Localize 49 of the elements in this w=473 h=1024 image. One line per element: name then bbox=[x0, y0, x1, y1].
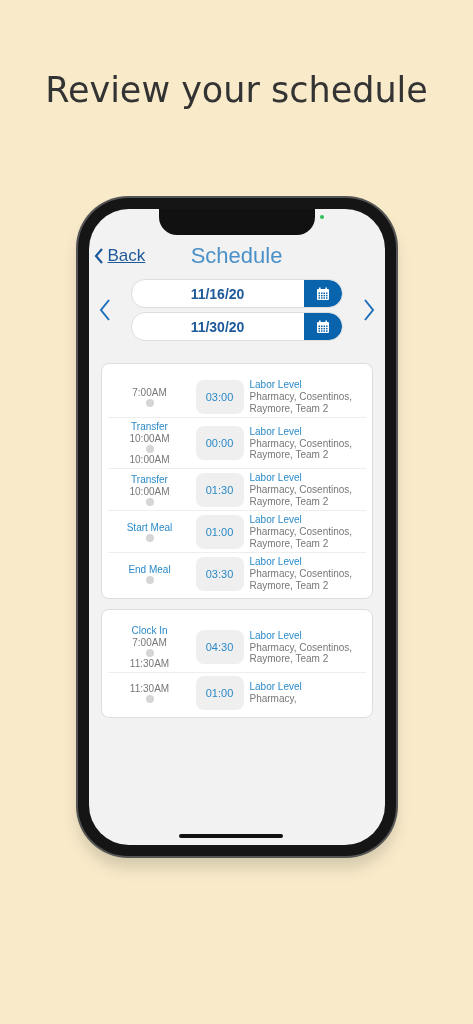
status-indicator-icon bbox=[319, 215, 324, 219]
calendar-icon[interactable] bbox=[303, 280, 342, 307]
start-time: 11:30AM bbox=[129, 683, 170, 694]
headline: Review your schedule bbox=[45, 70, 428, 110]
punch-type: Transfer bbox=[131, 421, 168, 432]
timeline-dot bbox=[145, 445, 154, 453]
end-time: 11:30AM bbox=[129, 658, 170, 669]
duration-badge: 01:00 bbox=[195, 514, 244, 549]
punch-type: Start Meal bbox=[126, 521, 173, 533]
start-time: 7:00AM bbox=[132, 637, 167, 648]
duration-badge: 01:00 bbox=[195, 676, 244, 710]
labor-level-title: Labor Level bbox=[249, 514, 303, 526]
duration-badge: 04:30 bbox=[195, 630, 244, 664]
punch-type: Clock In bbox=[131, 625, 168, 636]
duration-badge: 03:00 bbox=[195, 379, 244, 414]
screen-title: Schedule bbox=[190, 243, 283, 269]
timeline-dot bbox=[145, 695, 154, 703]
chevron-icon bbox=[93, 248, 104, 264]
labor-level-title: Labor Level bbox=[249, 472, 303, 484]
duration-badge: 01:30 bbox=[195, 472, 244, 507]
start-time: 10:00AM bbox=[129, 485, 170, 497]
timeline-dot bbox=[145, 575, 154, 584]
back-link[interactable]: Back bbox=[93, 246, 146, 266]
punch-type: End Meal bbox=[128, 563, 171, 575]
labor-level-title: Labor Level bbox=[249, 556, 303, 568]
duration-badge: 03:30 bbox=[195, 556, 244, 591]
labor-level-title: Labor Level bbox=[249, 681, 303, 694]
labor-level-title: Labor Level bbox=[249, 379, 303, 391]
labor-level-title: Labor Level bbox=[249, 629, 303, 642]
calendar-icon[interactable] bbox=[303, 313, 342, 340]
labor-level-detail: Pharmacy, Cosentinos, Raymore, Team 2 bbox=[249, 437, 354, 461]
timeline-dot bbox=[145, 398, 154, 407]
date-field[interactable]: 11/30/20 bbox=[130, 312, 343, 341]
timeline-dot bbox=[145, 497, 154, 506]
labor-level-title: Labor Level bbox=[249, 425, 303, 438]
date-field[interactable]: 11/16/20 bbox=[130, 279, 343, 308]
punch-type: Transfer bbox=[131, 473, 168, 485]
duration-badge: 00:00 bbox=[195, 426, 244, 460]
start-time: 10:00AM bbox=[129, 433, 170, 444]
start-time: 7:00AM bbox=[132, 386, 167, 398]
labor-level-detail: Pharmacy, Cosentinos, Raymore, Team 2 bbox=[249, 391, 354, 414]
timeline-dot bbox=[145, 533, 154, 542]
timeline-dot bbox=[145, 649, 154, 657]
labor-level-detail: Pharmacy, Cosentinos, Raymore, Team 2 bbox=[249, 568, 354, 591]
labor-level-detail: Pharmacy, bbox=[249, 693, 298, 705]
labor-level-detail: Pharmacy, Cosentinos, Raymore, Team 2 bbox=[249, 526, 354, 549]
labor-level-detail: Pharmacy, Cosentinos, Raymore, Team 2 bbox=[249, 641, 354, 665]
labor-level-detail: Pharmacy, Cosentinos, Raymore, Team 2 bbox=[249, 484, 354, 507]
end-time: 10:00AM bbox=[129, 454, 170, 465]
